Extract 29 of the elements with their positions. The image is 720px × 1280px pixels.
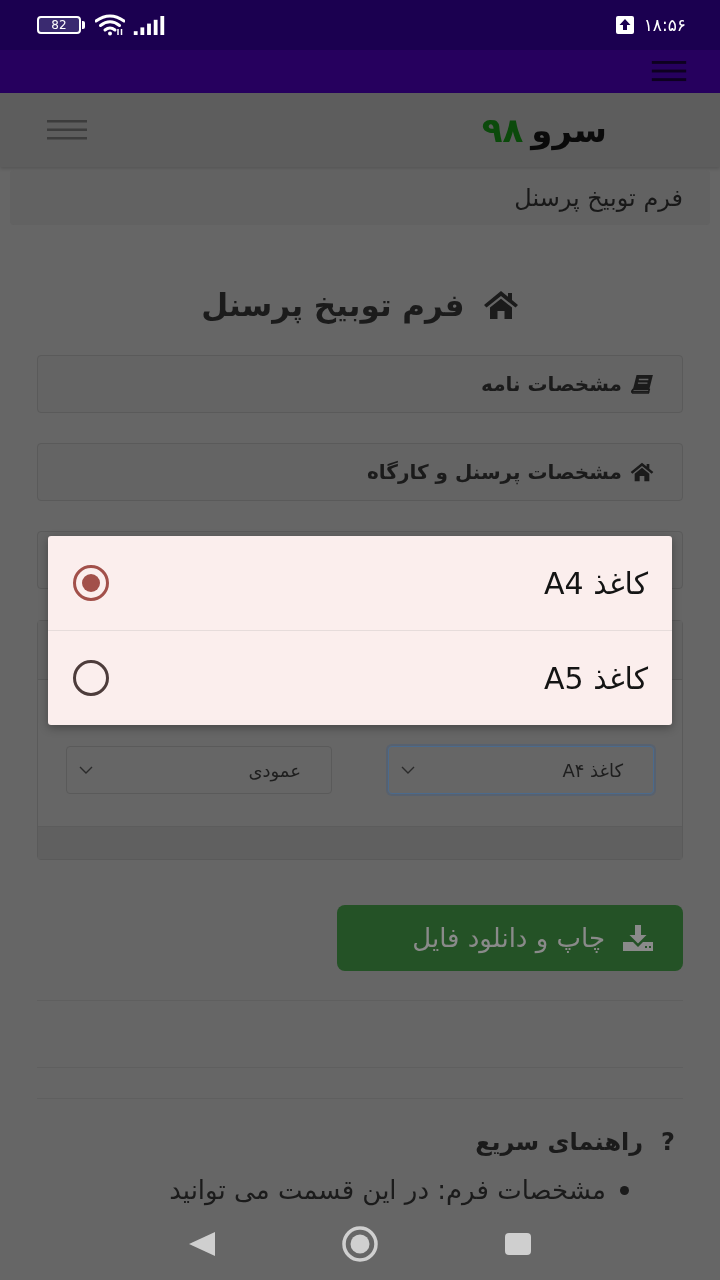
dropdown-field[interactable]: عمودی [66,746,332,794]
help-text: مشخصات فرم: در این قسمت می توانید [169,1175,606,1205]
page-title: فرم توبیخ پرسنل [201,286,465,325]
chevron-down-icon [401,766,415,774]
signal-bars-icon [133,15,165,35]
status-time: ۱۸:۵۶ [643,15,686,35]
chevron-down-icon [79,766,93,774]
section-header[interactable]: مشخصات پرسنل و کارگاه [37,443,683,501]
house-icon [630,462,654,482]
menu-icon[interactable] [651,61,687,82]
download-tray-icon [623,925,653,951]
nav-back-icon[interactable] [189,1232,215,1256]
breadcrumb-current: فرم توبیخ پرسنل [514,183,683,212]
wifi-icon [95,14,125,36]
download-button[interactable]: چاپ و دانلود فایل [337,905,683,971]
menu-icon[interactable] [47,120,87,140]
site-logo[interactable]: سرو ۹۸ [481,110,607,150]
book-icon [630,374,654,394]
help-icon: ? [661,1128,675,1156]
help-title: راهنمای سریع [475,1128,644,1156]
bullet-icon [620,1185,629,1195]
radio-option[interactable]: کاغذ A5 [48,630,672,725]
dropdown-field[interactable]: کاغذ A۴ [388,746,654,794]
nav-home-icon[interactable] [342,1226,378,1262]
section-header[interactable]: مشخصات نامه [37,355,683,413]
house-icon [482,290,519,320]
radio-option[interactable]: کاغذ A4 [48,536,672,630]
nav-recents-icon[interactable] [505,1233,531,1255]
battery-percent: 82 [51,18,67,32]
